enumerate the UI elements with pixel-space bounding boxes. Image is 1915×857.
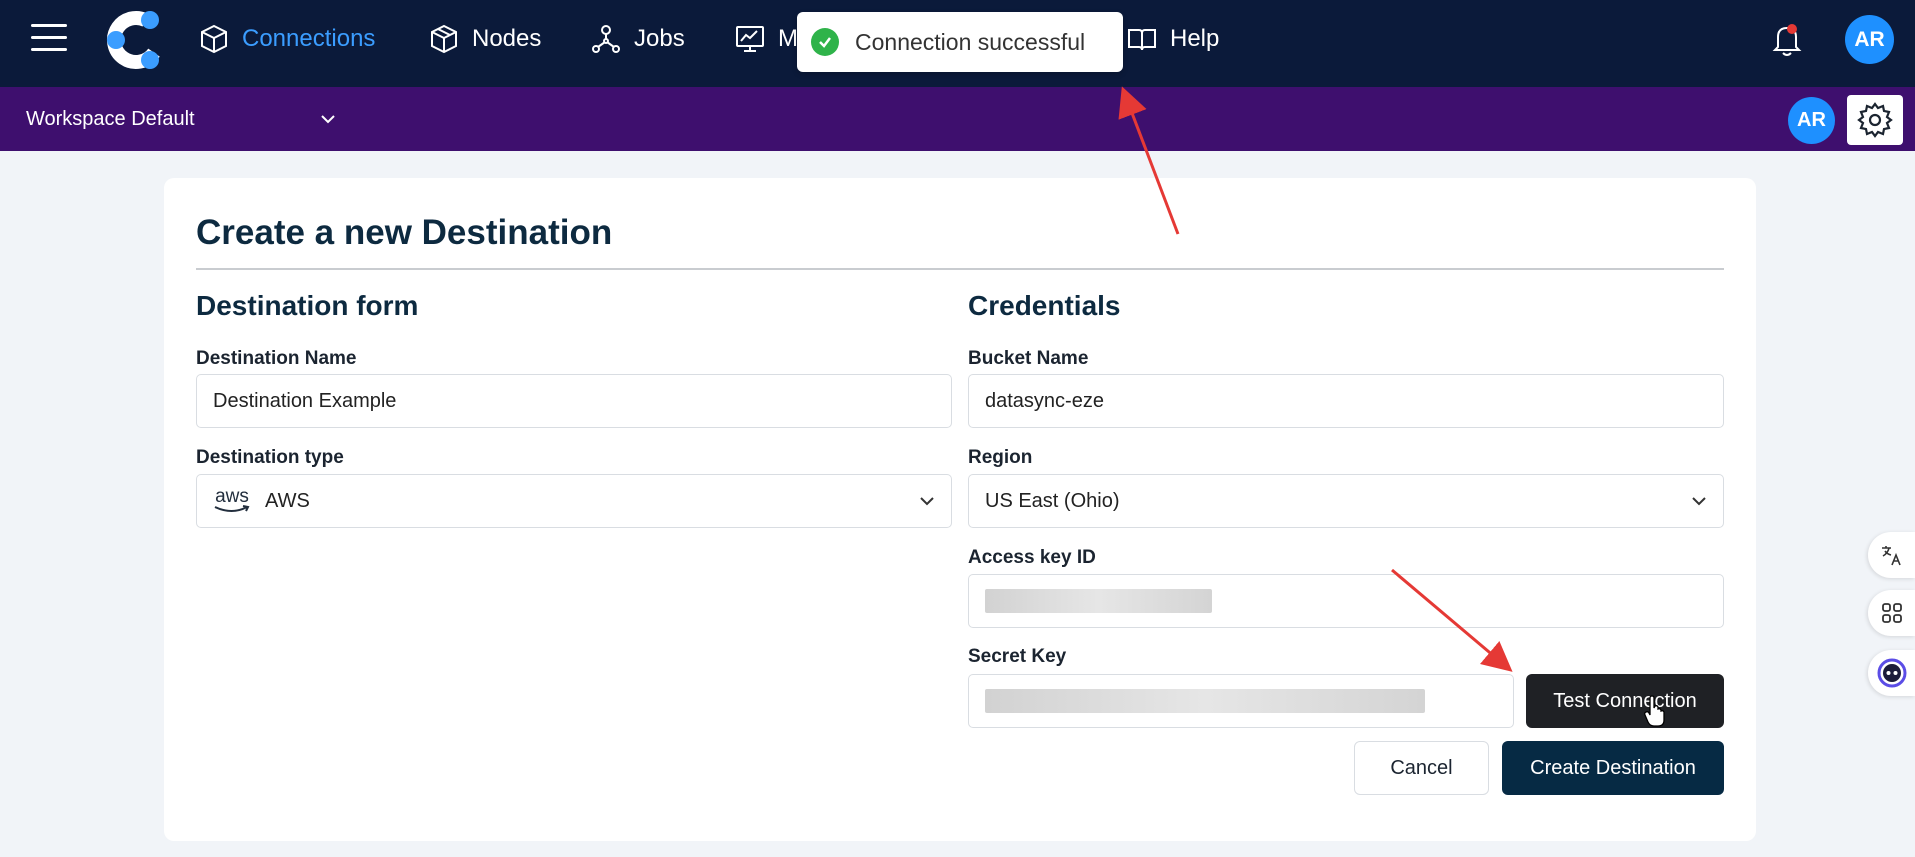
translate-widget[interactable] xyxy=(1868,532,1915,578)
destination-type-select[interactable]: aws AWS xyxy=(196,474,952,528)
region-label: Region xyxy=(968,447,1033,468)
region-select[interactable]: US East (Ohio) xyxy=(968,474,1724,528)
menu-icon[interactable] xyxy=(31,24,67,52)
workspace-name: Workspace Default xyxy=(26,107,195,130)
chevron-down-icon xyxy=(1692,497,1706,506)
workspace-select[interactable]: Workspace Default xyxy=(26,103,336,135)
secret-key-label: Secret Key xyxy=(968,646,1067,667)
book-icon xyxy=(1128,29,1156,51)
test-connection-button[interactable]: Test Connection xyxy=(1526,674,1724,728)
bucket-name-label: Bucket Name xyxy=(968,348,1089,369)
network-icon xyxy=(592,25,620,53)
success-toast: Connection successful xyxy=(797,12,1123,72)
workspace-avatar[interactable]: AR xyxy=(1788,97,1835,144)
bucket-name-value: datasync-eze xyxy=(985,389,1104,412)
destination-type-value: AWS xyxy=(265,489,310,512)
create-destination-label: Create Destination xyxy=(1530,756,1696,779)
create-destination-button[interactable]: Create Destination xyxy=(1502,741,1724,795)
secret-key-input[interactable] xyxy=(968,674,1514,728)
apps-widget[interactable] xyxy=(1868,590,1915,636)
bucket-name-input[interactable]: datasync-eze xyxy=(968,374,1724,428)
aws-logo-text: aws xyxy=(215,486,249,507)
nav-nodes[interactable]: Nodes xyxy=(428,20,541,58)
nav-help[interactable]: Help xyxy=(1126,20,1219,58)
apps-grid-icon xyxy=(1881,603,1902,623)
nav-jobs-label: Jobs xyxy=(634,25,685,52)
nav-help-label: Help xyxy=(1170,25,1220,52)
toast-message: Connection successful xyxy=(855,28,1086,55)
nav-connections[interactable]: Connections xyxy=(198,20,375,58)
destination-name-label: Destination Name xyxy=(196,348,357,369)
destination-type-label: Destination type xyxy=(196,447,344,468)
chevron-down-icon xyxy=(920,497,934,506)
monitor-chart-icon xyxy=(736,26,764,52)
aws-logo-icon: aws xyxy=(213,486,251,513)
nav-monitoring[interactable]: M xyxy=(734,20,798,58)
nav-nodes-label: Nodes xyxy=(472,25,542,52)
settings-button[interactable] xyxy=(1847,95,1903,145)
access-key-label: Access key ID xyxy=(968,547,1096,568)
cube-icon xyxy=(201,24,227,54)
cancel-label: Cancel xyxy=(1390,756,1453,779)
user-avatar[interactable]: AR xyxy=(1845,15,1894,64)
destination-form-title: Destination form xyxy=(196,290,419,321)
assistant-bot-icon xyxy=(1877,658,1906,688)
destination-type-selection: aws AWS xyxy=(213,486,310,513)
cancel-button[interactable]: Cancel xyxy=(1354,741,1489,795)
destination-name-value: Destination Example xyxy=(213,389,397,412)
assistant-widget[interactable] xyxy=(1868,650,1915,696)
credentials-title: Credentials xyxy=(968,290,1121,321)
chevron-down-icon xyxy=(321,115,335,124)
destination-name-input[interactable]: Destination Example xyxy=(196,374,952,428)
redacted-access-key xyxy=(985,589,1212,613)
region-value: US East (Ohio) xyxy=(985,489,1120,512)
translate-icon xyxy=(1881,546,1901,566)
box-icon xyxy=(431,24,457,54)
page-title: Create a new Destination xyxy=(196,213,613,252)
workspace-bar: Workspace Default AR xyxy=(0,87,1915,151)
app-logo[interactable] xyxy=(104,8,168,72)
redacted-secret-key xyxy=(985,689,1425,713)
title-divider xyxy=(196,268,1724,270)
access-key-input[interactable] xyxy=(968,574,1724,628)
notification-bell-icon[interactable] xyxy=(1770,20,1804,58)
test-connection-label: Test Connection xyxy=(1553,689,1697,712)
check-circle-icon xyxy=(811,28,839,56)
nav-jobs[interactable]: Jobs xyxy=(590,20,685,58)
gear-icon xyxy=(1857,102,1893,138)
nav-monitoring-label: M xyxy=(778,25,798,52)
nav-connections-label: Connections xyxy=(242,25,376,52)
